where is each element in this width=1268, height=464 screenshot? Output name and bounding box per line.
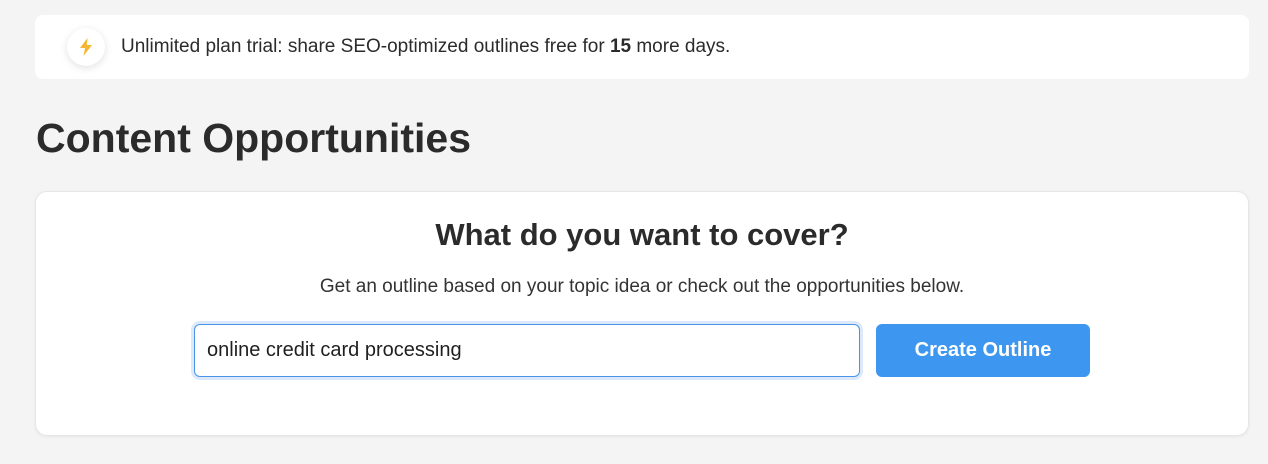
trial-banner: Unlimited plan trial: share SEO-optimize… — [35, 15, 1249, 79]
trial-banner-text: Unlimited plan trial: share SEO-optimize… — [121, 36, 730, 58]
topic-input[interactable] — [194, 324, 860, 377]
card-heading: What do you want to cover? — [435, 217, 849, 252]
topic-card: What do you want to cover? Get an outlin… — [35, 191, 1249, 436]
page-title: Content Opportunities — [36, 115, 472, 161]
card-subtext: Get an outline based on your topic idea … — [319, 276, 965, 297]
trial-text-before: Unlimited plan trial: share SEO-optimize… — [121, 36, 610, 57]
trial-text-after: more days. — [631, 36, 731, 57]
create-outline-button[interactable]: Create Outline — [876, 324, 1090, 377]
lightning-bolt-icon — [67, 28, 105, 66]
trial-days-count: 15 — [609, 36, 632, 57]
